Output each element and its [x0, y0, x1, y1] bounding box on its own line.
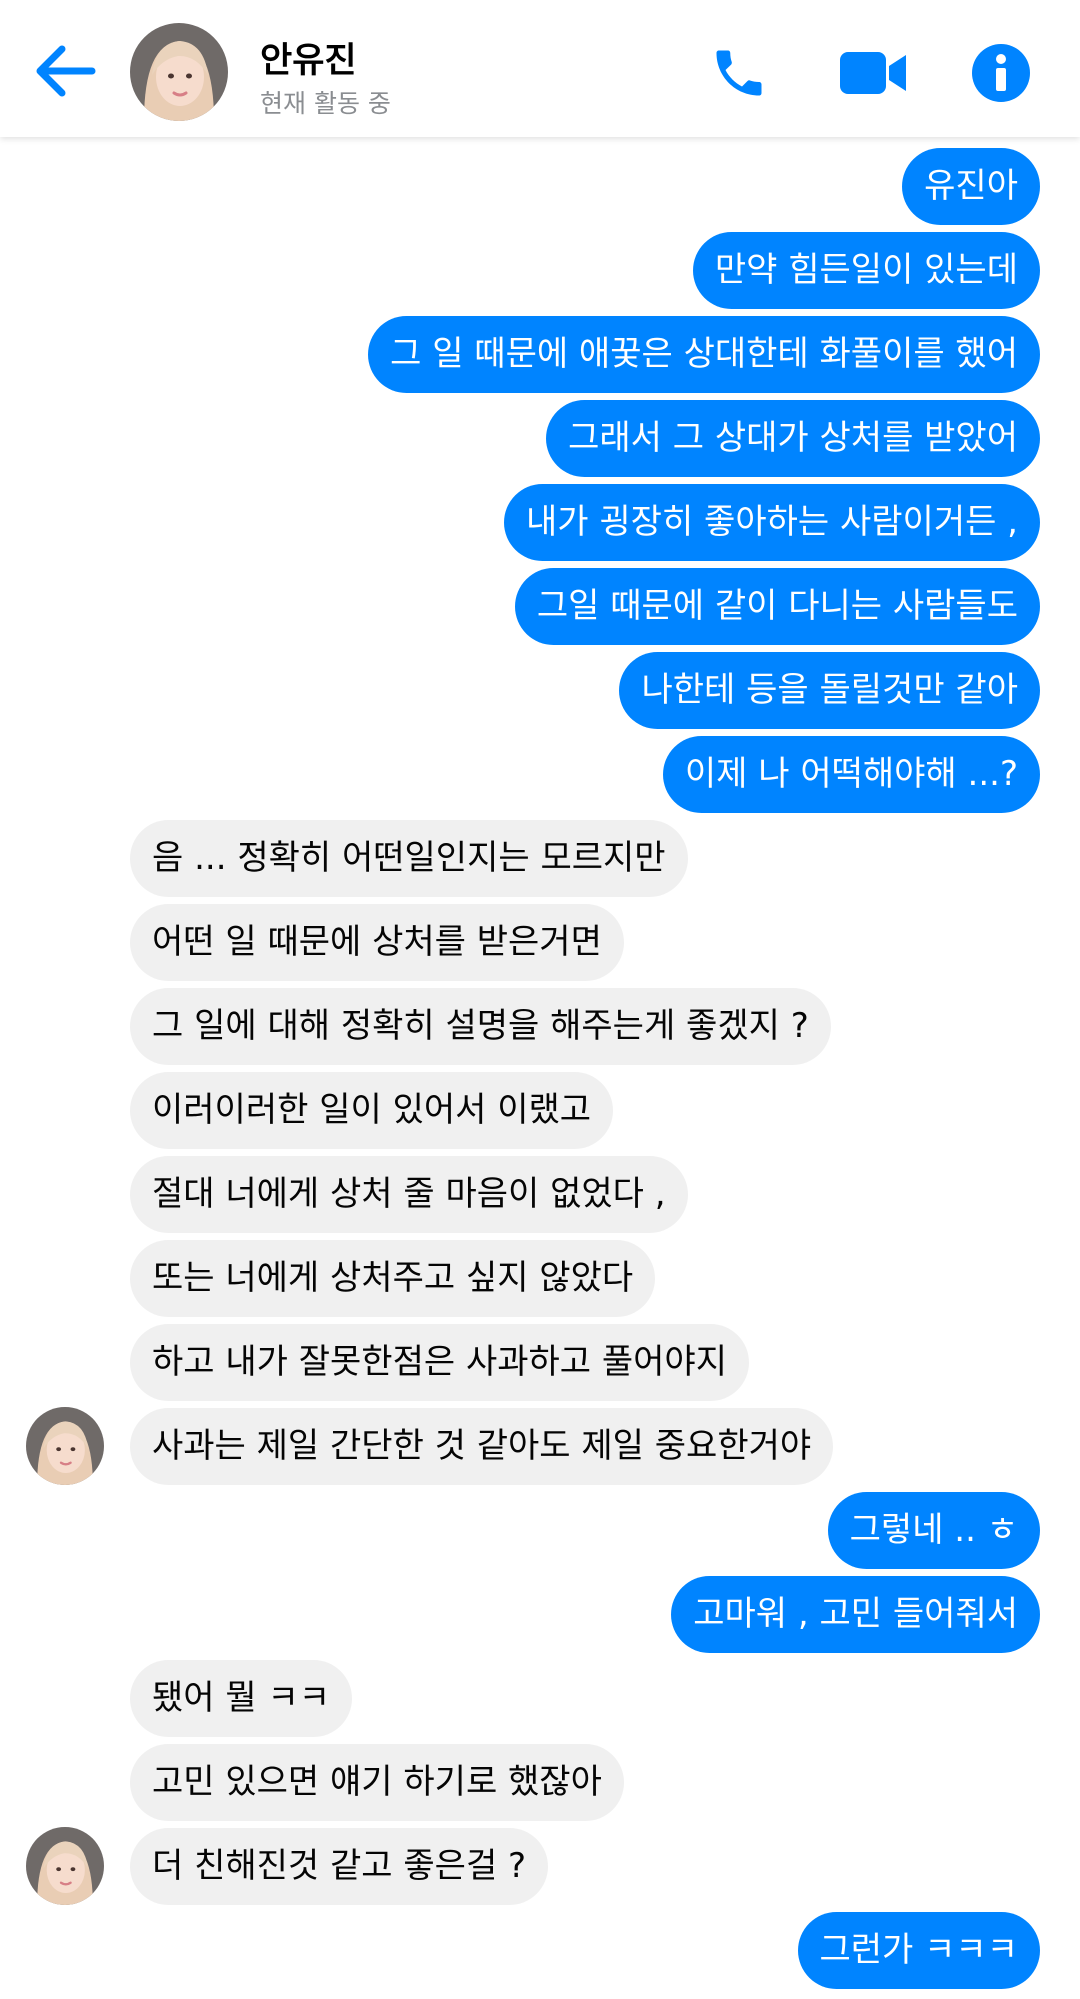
- phone-icon: [716, 50, 762, 96]
- info-button[interactable]: [968, 40, 1034, 106]
- message-bubble-sent[interactable]: 그런가 ㅋㅋㅋ: [797, 1912, 1040, 1989]
- back-button[interactable]: [30, 36, 100, 106]
- message-bubble-sent[interactable]: 유진아: [902, 148, 1040, 225]
- video-call-button[interactable]: [838, 40, 908, 106]
- message-bubble-received[interactable]: 그 일에 대해 정확히 설명을 해주는게 좋겠지 ?: [130, 988, 831, 1065]
- message-bubble-received[interactable]: 어떤 일 때문에 상처를 받은거면: [130, 904, 624, 981]
- message-bubble-sent[interactable]: 그렇네 .. ㅎ: [827, 1492, 1040, 1569]
- contact-avatar[interactable]: [130, 23, 228, 121]
- message-bubble-sent[interactable]: 이제 나 어떡해야해 ...?: [662, 736, 1040, 813]
- message-bubble-sent[interactable]: 고마워 , 고민 들어줘서: [671, 1576, 1040, 1653]
- chat-header: 안유진 현재 활동 중: [0, 0, 1080, 137]
- message-bubble-received[interactable]: 절대 너에게 상처 줄 마음이 없었다 ,: [130, 1156, 688, 1233]
- call-button[interactable]: [706, 40, 772, 106]
- message-bubble-sent[interactable]: 나한테 등을 돌릴것만 같아: [619, 652, 1040, 729]
- message-bubble-received[interactable]: 또는 너에게 상처주고 싶지 않았다: [130, 1240, 656, 1317]
- message-thread[interactable]: 유진아 만약 힘든일이 있는데 그 일 때문에 애꿎은 상대한테 화풀이를 했어…: [0, 137, 1080, 1999]
- info-icon: [972, 44, 1030, 102]
- message-bubble-sent[interactable]: 그일 때문에 같이 다니는 사람들도: [514, 568, 1040, 645]
- message-bubble-received[interactable]: 하고 내가 잘못한점은 사과하고 풀어야지: [130, 1324, 749, 1401]
- message-bubble-sent[interactable]: 그래서 그 상대가 상처를 받았어: [546, 400, 1040, 477]
- message-bubble-received[interactable]: 됐어 뭘 ㅋㅋ: [130, 1660, 353, 1737]
- message-bubble-received[interactable]: 고민 있으면 얘기 하기로 했잖아: [130, 1744, 624, 1821]
- contact-name[interactable]: 안유진: [260, 32, 357, 83]
- active-status: 현재 활동 중: [260, 89, 391, 118]
- video-camera-icon: [840, 52, 906, 94]
- sender-avatar[interactable]: [26, 1827, 104, 1905]
- message-bubble-received[interactable]: 음 ... 정확히 어떤일인지는 모르지만: [130, 820, 688, 897]
- message-bubble-sent[interactable]: 그 일 때문에 애꿎은 상대한테 화풀이를 했어: [368, 316, 1040, 393]
- message-bubble-sent[interactable]: 내가 굉장히 좋아하는 사람이거든 ,: [504, 484, 1040, 561]
- message-bubble-received[interactable]: 더 친해진것 같고 좋은걸 ?: [130, 1828, 549, 1905]
- sender-avatar[interactable]: [26, 1407, 104, 1485]
- message-bubble-received[interactable]: 사과는 제일 간단한 것 같아도 제일 중요한거야: [130, 1408, 834, 1485]
- message-bubble-received[interactable]: 이러이러한 일이 있어서 이랬고: [130, 1072, 614, 1149]
- message-bubble-sent[interactable]: 만약 힘든일이 있는데: [692, 232, 1040, 309]
- back-arrow-icon: [36, 45, 96, 97]
